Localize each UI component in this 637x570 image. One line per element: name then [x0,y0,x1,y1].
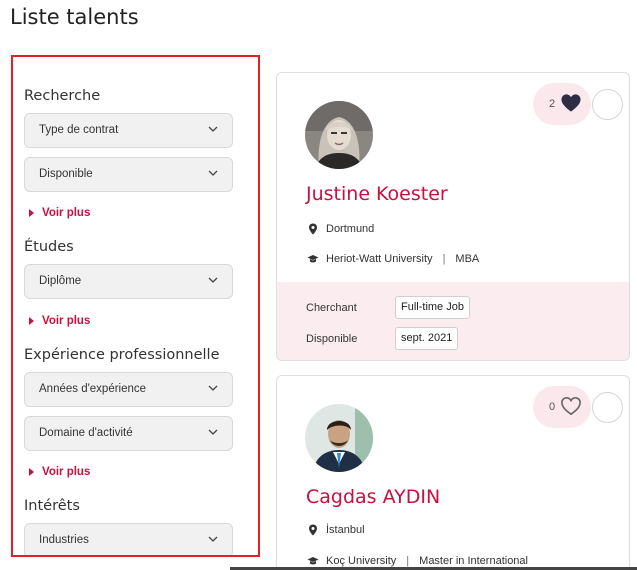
available-tag: sept. 2021 [395,327,459,350]
seeking-tag: Full-time Job [395,296,470,319]
separator: | [442,253,446,265]
activity-domain-select[interactable]: Domaine d'activité [24,416,233,451]
filter-sidebar: Recherche Type de contrat Disponible Voi… [11,55,260,557]
like-button[interactable]: 2 [533,83,591,125]
page-title: Liste talents [10,5,139,29]
location-text: İstanbul [326,524,365,536]
select-circle-button[interactable] [592,89,623,120]
graduation-cap-icon [307,255,319,263]
select-label: Industries [39,534,89,546]
degree-text: Master in International [419,555,528,567]
diploma-select[interactable]: Diplôme [24,264,233,299]
talent-name[interactable]: Cagdas AYDIN [306,486,440,508]
select-label: Années d'expérience [39,383,147,395]
section-title-interets: Intérêts [24,498,80,514]
caret-right-icon [29,317,34,325]
voir-plus-label: Voir plus [42,207,91,219]
separator: | [406,555,410,567]
voir-plus-experience-link[interactable]: Voir plus [29,466,90,478]
select-label: Diplôme [39,275,82,287]
voir-plus-etudes-link[interactable]: Voir plus [29,315,90,327]
chevron-down-icon [208,126,218,132]
heart-icon [561,94,581,112]
avatar [305,404,373,472]
caret-right-icon [29,468,34,476]
avatar [305,101,373,169]
education-row: Koç University | Master in International [307,555,528,567]
talent-card[interactable]: 2 Justine Koester Dortmund Heriot-Watt U… [276,72,630,361]
like-button[interactable]: 0 [533,386,591,428]
chevron-down-icon [208,385,218,391]
talent-card[interactable]: 0 Cagdas AYDIN İstanbul Koç University |… [276,375,630,570]
chevron-down-icon [208,277,218,283]
select-circle-button[interactable] [592,392,623,423]
voir-plus-label: Voir plus [42,466,91,478]
experience-years-select[interactable]: Années d'expérience [24,372,233,407]
location-pin-icon [309,524,317,536]
industries-select[interactable]: Industries [24,523,233,555]
select-label: Domaine d'activité [39,427,133,439]
like-count: 2 [549,98,556,110]
select-label: Type de contrat [39,124,119,136]
education-row: Heriot-Watt University | MBA [307,253,479,265]
caret-right-icon [29,209,34,217]
contract-type-select[interactable]: Type de contrat [24,113,233,148]
section-title-recherche: Recherche [24,88,101,104]
like-count: 0 [549,401,556,413]
voir-plus-label: Voir plus [42,315,91,327]
location-row: İstanbul [307,524,365,536]
section-title-experience: Expérience professionnelle [24,347,220,363]
chevron-down-icon [208,429,218,435]
chevron-down-icon [208,170,218,176]
degree-text: MBA [455,253,480,265]
voir-plus-recherche-link[interactable]: Voir plus [29,207,90,219]
select-label: Disponible [39,168,93,180]
seeking-label: Cherchant [306,302,357,314]
location-text: Dortmund [326,223,375,235]
available-label: Disponible [306,333,358,345]
location-pin-icon [309,223,317,235]
graduation-cap-icon [307,557,319,565]
section-title-etudes: Études [24,239,74,255]
chevron-down-icon [208,536,218,542]
heart-icon [561,396,581,416]
school-text: Heriot-Watt University [326,253,433,265]
school-text: Koç University [326,555,397,567]
location-row: Dortmund [307,223,374,235]
card-footer: Cherchant Full-time Job Disponible sept.… [277,282,629,360]
availability-select[interactable]: Disponible [24,157,233,192]
talent-name[interactable]: Justine Koester [306,183,448,205]
